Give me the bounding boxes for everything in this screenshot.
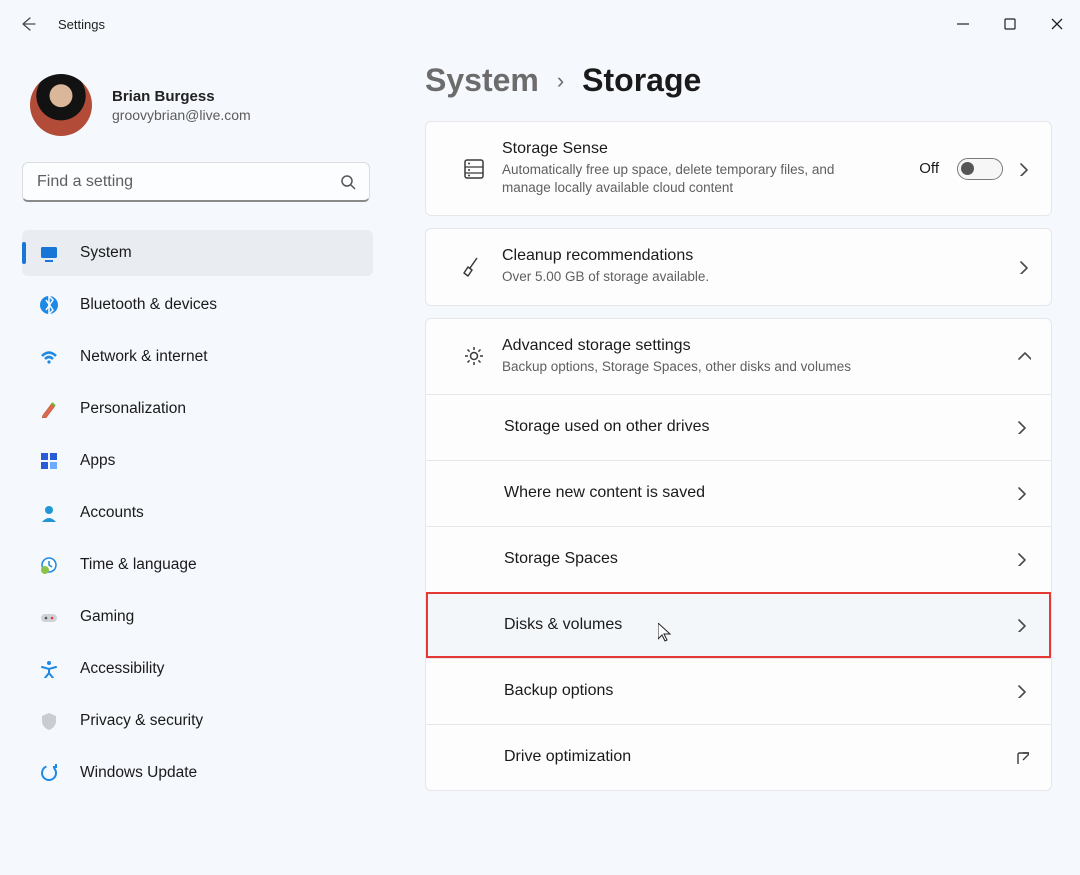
- sub-label: Where new content is saved: [504, 484, 705, 502]
- chevron-right-icon: [1015, 420, 1029, 434]
- advanced-title: Advanced storage settings: [502, 337, 1017, 355]
- shield-icon: [38, 710, 60, 732]
- sidebar-item-network[interactable]: Network & internet: [22, 334, 373, 380]
- cleanup-row[interactable]: Cleanup recommendations Over 5.00 GB of …: [426, 229, 1051, 304]
- chevron-right-icon: [1015, 552, 1029, 566]
- bluetooth-icon: [38, 294, 60, 316]
- cleanup-subtitle: Over 5.00 GB of storage available.: [502, 268, 1017, 286]
- search-input[interactable]: [22, 162, 370, 202]
- sub-backup[interactable]: Backup options: [426, 658, 1051, 724]
- storage-sense-title: Storage Sense: [502, 140, 919, 158]
- chevron-right-icon: ›: [557, 68, 564, 94]
- brush-icon: [38, 398, 60, 420]
- accounts-icon: [38, 502, 60, 524]
- sub-label: Disks & volumes: [504, 616, 622, 634]
- sub-label: Backup options: [504, 682, 613, 700]
- sub-label: Storage Spaces: [504, 550, 618, 568]
- clock-icon: [38, 554, 60, 576]
- sidebar-item-accessibility[interactable]: Accessibility: [22, 646, 373, 692]
- chevron-right-icon: [1015, 618, 1029, 632]
- breadcrumb-current: Storage: [582, 62, 701, 99]
- sub-drive-optimization[interactable]: Drive optimization: [426, 724, 1051, 790]
- minimize-button[interactable]: [939, 8, 986, 40]
- back-button[interactable]: [20, 16, 36, 32]
- update-icon: [38, 762, 60, 784]
- sidebar-item-update[interactable]: Windows Update: [22, 750, 373, 796]
- user-name: Brian Burgess: [112, 88, 251, 105]
- close-button[interactable]: [1033, 8, 1080, 40]
- breadcrumb-parent[interactable]: System: [425, 62, 539, 99]
- window-title: Settings: [58, 17, 105, 32]
- advanced-subtitle: Backup options, Storage Spaces, other di…: [502, 358, 1017, 376]
- sidebar-item-label: Apps: [80, 452, 115, 470]
- apps-icon: [38, 450, 60, 472]
- sub-new-content[interactable]: Where new content is saved: [426, 460, 1051, 526]
- sidebar-item-label: Windows Update: [80, 764, 197, 782]
- sidebar-item-label: Privacy & security: [80, 712, 203, 730]
- sidebar-item-label: Gaming: [80, 608, 134, 626]
- wifi-icon: [38, 346, 60, 368]
- chevron-right-icon: [1015, 486, 1029, 500]
- sidebar-item-label: Time & language: [80, 556, 197, 574]
- user-profile[interactable]: Brian Burgess groovybrian@live.com: [22, 74, 373, 136]
- chevron-up-icon: [1017, 349, 1031, 363]
- sidebar-item-system[interactable]: System: [22, 230, 373, 276]
- storage-sense-toggle[interactable]: [957, 158, 1003, 180]
- sidebar-item-label: System: [80, 244, 132, 262]
- storage-sense-subtitle: Automatically free up space, delete temp…: [502, 161, 862, 197]
- external-link-icon: [1015, 750, 1029, 764]
- sidebar-item-label: Bluetooth & devices: [80, 296, 217, 314]
- user-email: groovybrian@live.com: [112, 107, 251, 123]
- sidebar-item-label: Network & internet: [80, 348, 208, 366]
- sidebar-item-label: Accounts: [80, 504, 144, 522]
- sub-disks-volumes[interactable]: Disks & volumes: [426, 592, 1051, 658]
- disk-icon: [446, 158, 502, 180]
- breadcrumb: System › Storage: [425, 62, 1052, 99]
- chevron-right-icon: [1017, 162, 1031, 176]
- cursor-icon: [658, 623, 672, 643]
- chevron-right-icon: [1017, 260, 1031, 274]
- sidebar-item-label: Accessibility: [80, 660, 164, 678]
- system-icon: [38, 242, 60, 264]
- avatar: [30, 74, 92, 136]
- sidebar-item-accounts[interactable]: Accounts: [22, 490, 373, 536]
- sub-label: Drive optimization: [504, 748, 631, 766]
- maximize-button[interactable]: [986, 8, 1033, 40]
- accessibility-icon: [38, 658, 60, 680]
- sub-other-drives[interactable]: Storage used on other drives: [426, 394, 1051, 460]
- sidebar-item-privacy[interactable]: Privacy & security: [22, 698, 373, 744]
- chevron-right-icon: [1015, 684, 1029, 698]
- sidebar-item-gaming[interactable]: Gaming: [22, 594, 373, 640]
- storage-sense-row[interactable]: Storage Sense Automatically free up spac…: [426, 122, 1051, 215]
- cleanup-title: Cleanup recommendations: [502, 247, 1017, 265]
- toggle-state-label: Off: [919, 160, 939, 177]
- gamepad-icon: [38, 606, 60, 628]
- sidebar-item-personalization[interactable]: Personalization: [22, 386, 373, 432]
- sidebar-item-apps[interactable]: Apps: [22, 438, 373, 484]
- broom-icon: [446, 256, 502, 278]
- sidebar-item-label: Personalization: [80, 400, 186, 418]
- sub-label: Storage used on other drives: [504, 418, 709, 436]
- gear-icon: [446, 345, 502, 367]
- advanced-storage-row[interactable]: Advanced storage settings Backup options…: [426, 319, 1051, 394]
- sidebar-item-bluetooth[interactable]: Bluetooth & devices: [22, 282, 373, 328]
- sidebar-item-time[interactable]: Time & language: [22, 542, 373, 588]
- search-icon: [340, 174, 356, 190]
- sub-storage-spaces[interactable]: Storage Spaces: [426, 526, 1051, 592]
